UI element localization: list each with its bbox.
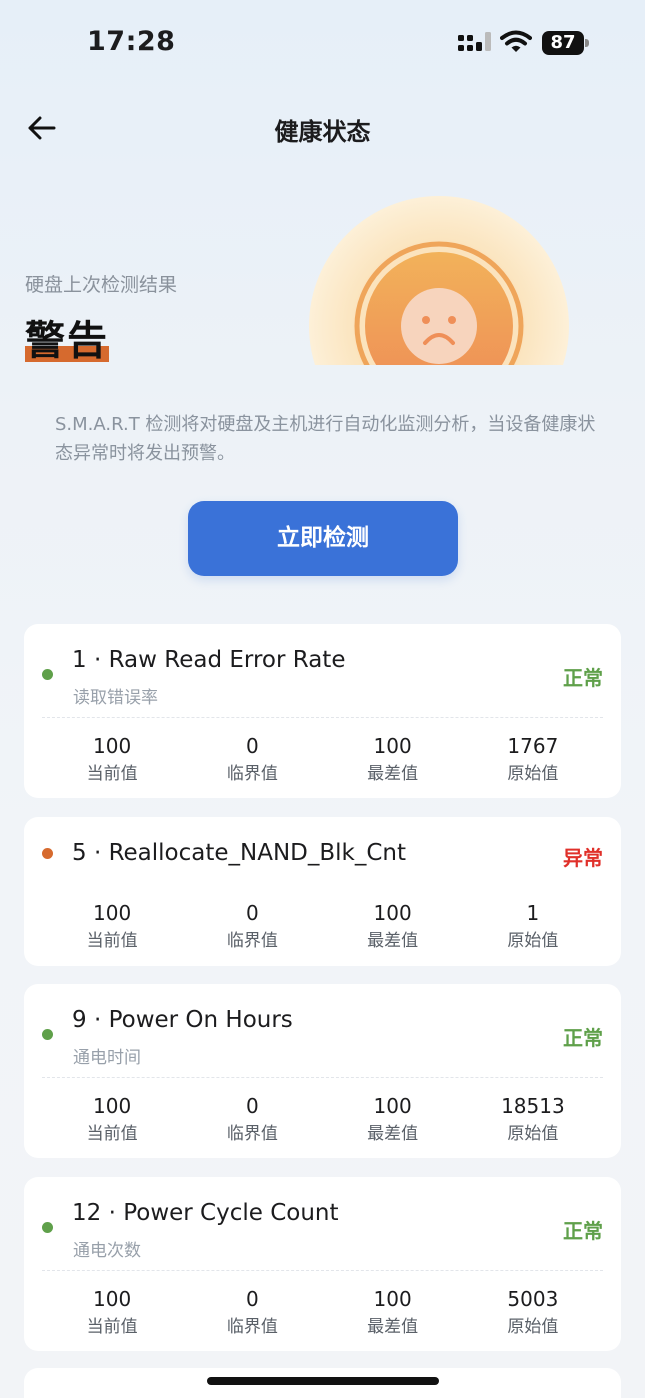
attribute-metrics: 100 当前值 0 临界值 100 最差值 5003 原始值	[42, 1285, 603, 1345]
metric-current: 100 当前值	[86, 1094, 138, 1144]
status-bar: 17:28 87	[0, 0, 645, 90]
nav-bar: 健康状态	[0, 100, 645, 156]
attribute-subtitle: 通电时间	[73, 1048, 141, 1068]
status-time: 17:28	[87, 26, 176, 57]
attribute-title: 1 · Raw Read Error Rate	[72, 647, 346, 673]
metric-worst: 100 最差值	[367, 734, 419, 784]
smart-attribute-card[interactable]: 5 · Reallocate_NAND_Blk_Cnt 异常 100 当前值 0临…	[24, 817, 621, 966]
battery-icon: 87	[542, 31, 590, 55]
smart-description: S.M.A.R.T 检测将对硬盘及主机进行自动化监测分析，当设备健康状态异常时将…	[55, 414, 596, 464]
attribute-metrics: 100 当前值 0 临界值 100 最差值 1 原始值	[42, 899, 603, 959]
attribute-status: 正常	[563, 1219, 603, 1243]
wifi-icon	[500, 30, 532, 52]
metric-worst: 100 最差值	[367, 1094, 419, 1144]
check-now-button[interactable]: 立即检测	[188, 501, 458, 576]
divider	[42, 1270, 603, 1271]
battery-level: 87	[542, 31, 584, 55]
metric-threshold: 0 临界值	[226, 1287, 278, 1337]
status-dot-icon	[42, 669, 53, 680]
hero-subtitle: 硬盘上次检测结果	[25, 274, 178, 296]
smart-attribute-card[interactable]: 9 · Power On Hours 通电时间 正常 100 当前值 0 临界值 1…	[24, 984, 621, 1158]
attribute-status: 正常	[563, 1026, 603, 1050]
hero-status-block: 警告	[25, 308, 109, 364]
attribute-title: 9 · Power On Hours	[72, 1007, 293, 1033]
cellular-signal-icon	[458, 32, 491, 51]
metric-raw: 1767 原始值	[507, 734, 559, 784]
smart-attribute-card[interactable]: 1 · Raw Read Error Rate 读取错误率 正常 100 当前值 …	[24, 624, 621, 798]
attribute-title: 12 · Power Cycle Count	[72, 1200, 339, 1226]
sad-face-gauge-icon	[309, 196, 569, 365]
status-dot-icon	[42, 848, 53, 859]
metric-current: 100 当前值	[86, 1287, 138, 1337]
metric-worst: 100 最差值	[367, 1287, 419, 1337]
divider	[42, 1077, 603, 1078]
health-summary: 硬盘上次检测结果 警告	[0, 190, 645, 365]
attribute-status: 异常	[563, 846, 603, 870]
metric-threshold: 0 临界值	[226, 1094, 278, 1144]
attribute-metrics: 100 当前值 0 临界值 100 最差值 18513 原始值	[42, 1092, 603, 1152]
status-dot-icon	[42, 1029, 53, 1040]
metric-current: 100 当前值	[86, 901, 138, 951]
home-indicator[interactable]	[207, 1377, 439, 1385]
metric-raw: 1 原始值	[507, 901, 559, 951]
smart-attribute-card[interactable]: 12 · Power Cycle Count 通电次数 正常 100 当前值 0临…	[24, 1177, 621, 1351]
metric-worst: 100 最差值	[367, 901, 419, 951]
metric-raw: 18513 原始值	[501, 1094, 565, 1144]
health-status-text: 警告	[25, 318, 109, 364]
page-title: 健康状态	[274, 118, 371, 146]
status-dot-icon	[42, 1222, 53, 1233]
metric-threshold: 0 临界值	[226, 734, 278, 784]
attribute-title: 5 · Reallocate_NAND_Blk_Cnt	[72, 840, 407, 866]
metric-raw: 5003 原始值	[507, 1287, 559, 1337]
divider	[42, 717, 603, 718]
attribute-subtitle: 通电次数	[73, 1241, 141, 1261]
attribute-metrics: 100 当前值 0 临界值 100 最差值 1767 原始值	[42, 732, 603, 792]
attribute-status: 正常	[563, 666, 603, 690]
metric-threshold: 0 临界值	[226, 901, 278, 951]
attribute-subtitle: 读取错误率	[73, 688, 158, 708]
metric-current: 100 当前值	[86, 734, 138, 784]
